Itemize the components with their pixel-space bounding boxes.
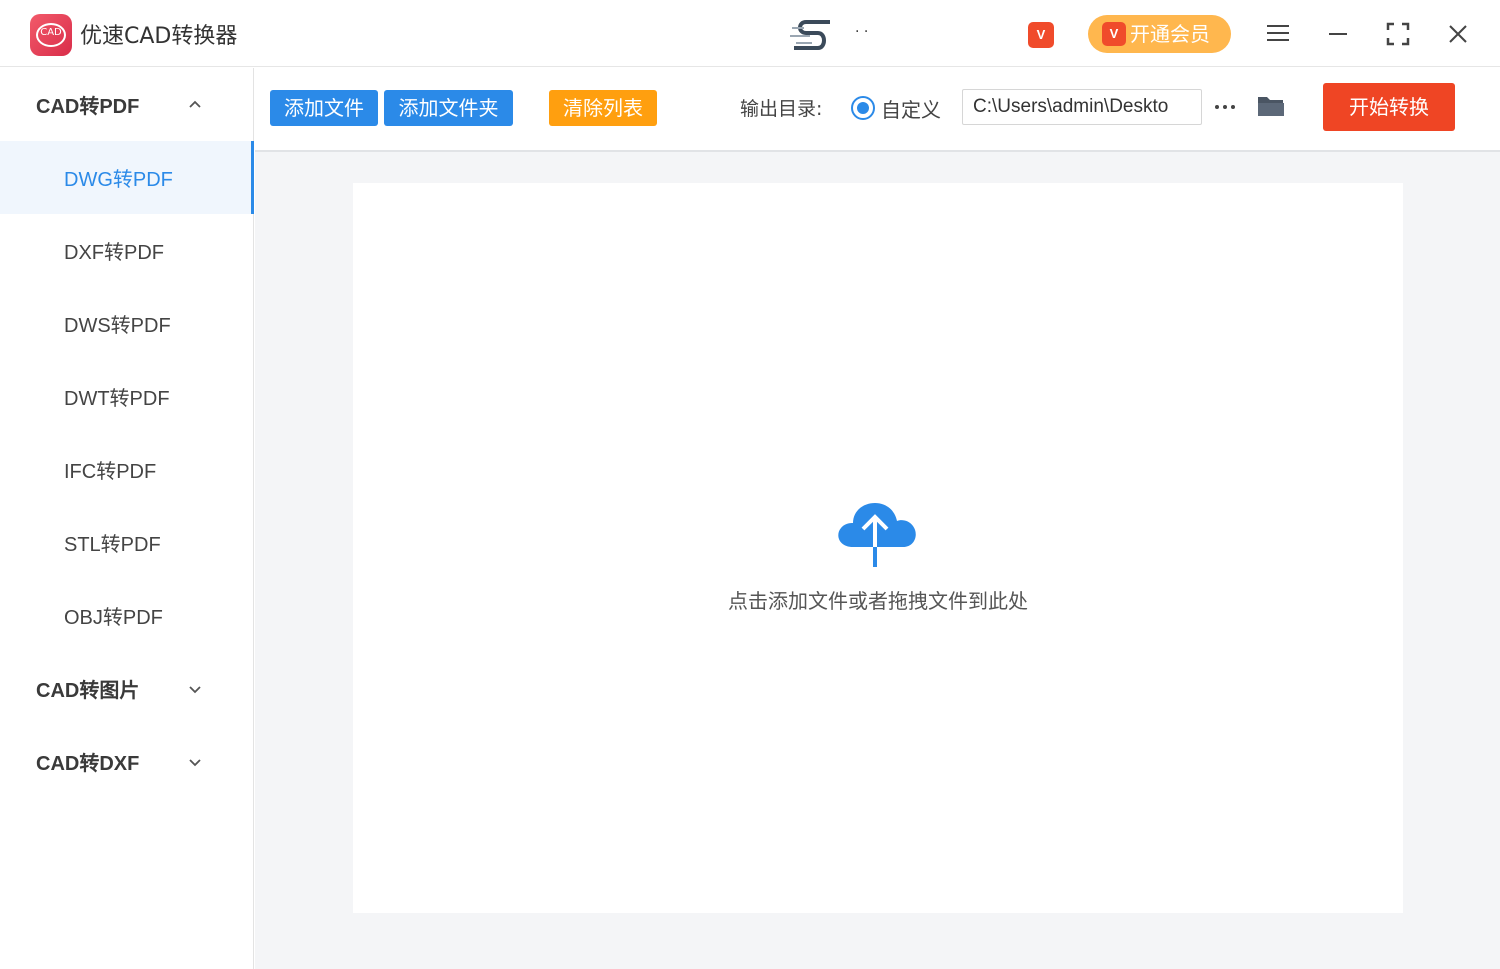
sidebar-group-cad-to-pdf[interactable]: CAD转PDF [0, 68, 253, 141]
file-drop-zone[interactable]: 点击添加文件或者拖拽文件到此处 [353, 183, 1403, 913]
clear-list-button[interactable]: 清除列表 [549, 90, 657, 126]
sidebar-item-obj-to-pdf[interactable]: OBJ转PDF [0, 579, 253, 652]
close-icon[interactable] [1438, 14, 1478, 54]
add-folder-button[interactable]: 添加文件夹 [384, 90, 513, 126]
app-logo-icon: CAD [30, 14, 72, 56]
app-logo-text: CAD [40, 27, 62, 38]
toolbar: 添加文件 添加文件夹 清除列表 输出目录: 自定义 C:\Users\admin… [255, 68, 1500, 152]
menu-icon[interactable] [1258, 14, 1298, 54]
sidebar-group-label: CAD转图片 [36, 680, 140, 702]
sidebar-group-cad-to-image[interactable]: CAD转图片 [0, 652, 253, 725]
sidebar-item-label: DXF转PDF [64, 242, 164, 264]
vip-button-label: 开通会员 [1130, 22, 1210, 46]
sidebar-item-label: DWG转PDF [64, 169, 173, 191]
cloud-upload-icon [838, 503, 916, 567]
sidebar-item-label: OBJ转PDF [64, 607, 163, 629]
user-avatar-icon [790, 20, 830, 50]
sidebar-item-label: DWT转PDF [64, 388, 170, 410]
custom-output-label[interactable]: 自定义 [881, 94, 941, 123]
sidebar-group-label: CAD转PDF [36, 96, 140, 118]
sidebar-item-dxf-to-pdf[interactable]: DXF转PDF [0, 214, 253, 287]
output-path-field[interactable]: C:\Users\admin\Deskto [962, 89, 1202, 125]
add-file-button[interactable]: 添加文件 [270, 90, 378, 126]
sidebar-item-stl-to-pdf[interactable]: STL转PDF [0, 506, 253, 579]
sidebar-item-label: DWS转PDF [64, 315, 171, 337]
sidebar-group-cad-to-dxf[interactable]: CAD转DXF [0, 725, 253, 798]
start-convert-button[interactable]: 开始转换 [1323, 83, 1455, 131]
app-title: 优速CAD转换器 [80, 24, 238, 49]
sidebar-item-label: STL转PDF [64, 534, 161, 556]
output-dir-label: 输出目录: [740, 98, 823, 120]
chevron-up-icon [189, 100, 201, 108]
vip-badge-icon: V [1028, 22, 1054, 48]
vip-icon: V [1102, 22, 1126, 46]
sidebar-item-dwg-to-pdf[interactable]: DWG转PDF [0, 141, 254, 214]
minimize-icon[interactable] [1318, 14, 1358, 54]
user-name: · · [855, 24, 869, 40]
sidebar-item-ifc-to-pdf[interactable]: IFC转PDF [0, 433, 253, 506]
more-options-icon[interactable] [1211, 94, 1239, 120]
sidebar-item-dws-to-pdf[interactable]: DWS转PDF [0, 287, 253, 360]
sidebar-item-label: IFC转PDF [64, 461, 157, 483]
title-bar: CAD 优速CAD转换器 · · V V 开通会员 [0, 0, 1500, 67]
folder-icon[interactable] [1255, 90, 1287, 122]
drop-zone-hint: 点击添加文件或者拖拽文件到此处 [728, 589, 1028, 613]
chevron-down-icon [189, 759, 201, 767]
vip-button[interactable]: V 开通会员 [1088, 15, 1231, 53]
main-area: 添加文件 添加文件夹 清除列表 输出目录: 自定义 C:\Users\admin… [255, 68, 1500, 969]
maximize-icon[interactable] [1378, 14, 1418, 54]
sidebar-group-label: CAD转DXF [36, 753, 140, 775]
custom-output-radio[interactable] [851, 96, 875, 120]
chevron-down-icon [189, 686, 201, 694]
sidebar-item-dwt-to-pdf[interactable]: DWT转PDF [0, 360, 253, 433]
sidebar: CAD转PDF DWG转PDF DXF转PDF DWS转PDF DWT转PDF … [0, 68, 254, 969]
